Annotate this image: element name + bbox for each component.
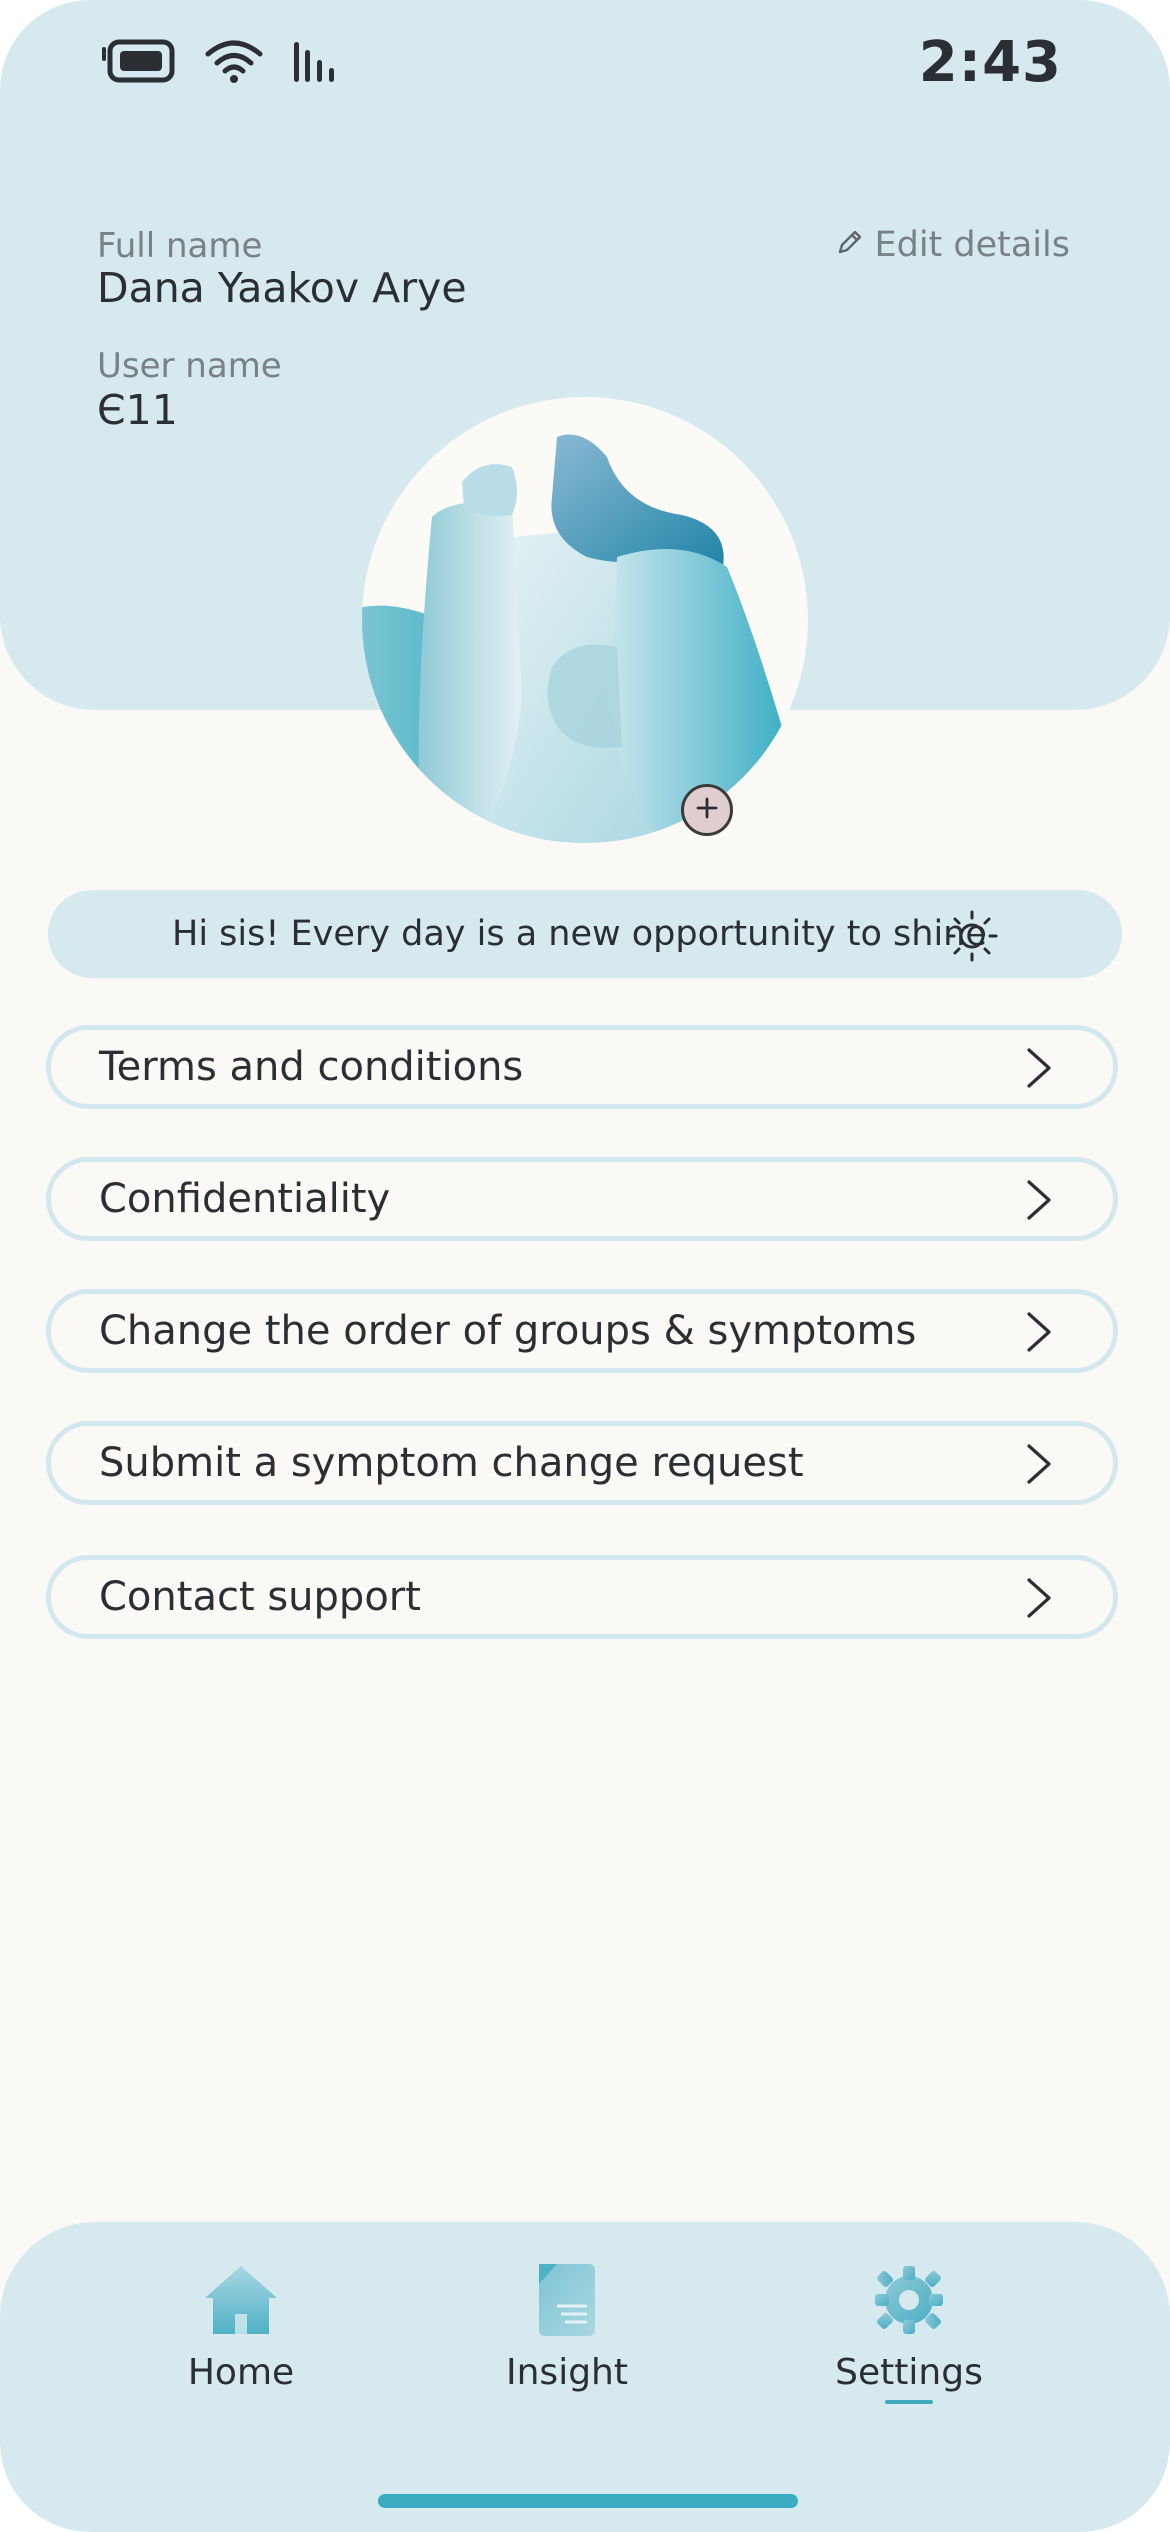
menu-item-contact-support[interactable]: Contact support	[46, 1555, 1118, 1639]
battery-icon	[100, 39, 176, 87]
menu-item-label: Terms and conditions	[99, 1044, 524, 1090]
profile-avatar[interactable]	[362, 397, 808, 843]
home-icon	[131, 2262, 351, 2338]
add-photo-button[interactable]	[681, 784, 733, 836]
nav-tab-insight-label: Insight	[506, 2352, 628, 2393]
full-name-label: Full name	[97, 226, 263, 266]
greeting-text: Hi sis! Every day is a new opportunity t…	[172, 914, 987, 954]
greeting-banner: Hi sis! Every day is a new opportunity t…	[48, 890, 1122, 978]
nav-tab-settings-label: Settings	[835, 2352, 983, 2393]
menu-item-confidentiality[interactable]: Confidentiality	[46, 1157, 1118, 1241]
menu-item-terms[interactable]: Terms and conditions	[46, 1025, 1118, 1109]
status-time: 2:43	[918, 30, 1062, 95]
nav-tab-insight[interactable]: Insight	[457, 2262, 677, 2393]
signal-icon	[292, 38, 338, 88]
wifi-icon	[204, 38, 264, 88]
pencil-icon	[836, 225, 864, 265]
chevron-right-icon	[1023, 1576, 1053, 1624]
nav-tab-home-label: Home	[187, 2352, 295, 2393]
status-icons	[100, 38, 338, 88]
menu-item-label: Submit a symptom change request	[99, 1440, 804, 1486]
edit-details-button[interactable]: Edit details	[836, 225, 1070, 265]
settings-icon	[799, 2262, 1019, 2338]
user-name-label: User name	[97, 346, 282, 386]
insight-icon	[457, 2262, 677, 2338]
full-name-value: Dana Yaakov Arye	[97, 264, 467, 312]
settings-screen: 2:43 Full name Dana Yaakov Arye User nam…	[0, 0, 1170, 2532]
menu-item-change-order[interactable]: Change the order of groups & symptoms	[46, 1289, 1118, 1373]
home-indicator-bar[interactable]	[378, 2494, 798, 2508]
status-bar: 2:43	[0, 0, 1170, 130]
chevron-right-icon	[1023, 1046, 1053, 1094]
chevron-right-icon	[1023, 1178, 1053, 1226]
menu-item-label: Contact support	[99, 1574, 421, 1620]
menu-item-label: Confidentiality	[99, 1176, 391, 1222]
sun-icon	[944, 908, 1000, 968]
menu-item-symptom-request[interactable]: Submit a symptom change request	[46, 1421, 1118, 1505]
nav-tab-settings[interactable]: Settings	[799, 2262, 1019, 2393]
user-name-value: Є11	[97, 386, 178, 434]
chevron-right-icon	[1023, 1310, 1053, 1358]
edit-details-label: Edit details	[874, 225, 1070, 265]
menu-item-label: Change the order of groups & symptoms	[99, 1308, 917, 1354]
chevron-right-icon	[1023, 1442, 1053, 1490]
nav-tab-home[interactable]: Home	[131, 2262, 351, 2393]
avatar-illustration	[362, 434, 808, 843]
active-tab-indicator	[885, 2400, 933, 2404]
plus-icon	[693, 794, 721, 826]
